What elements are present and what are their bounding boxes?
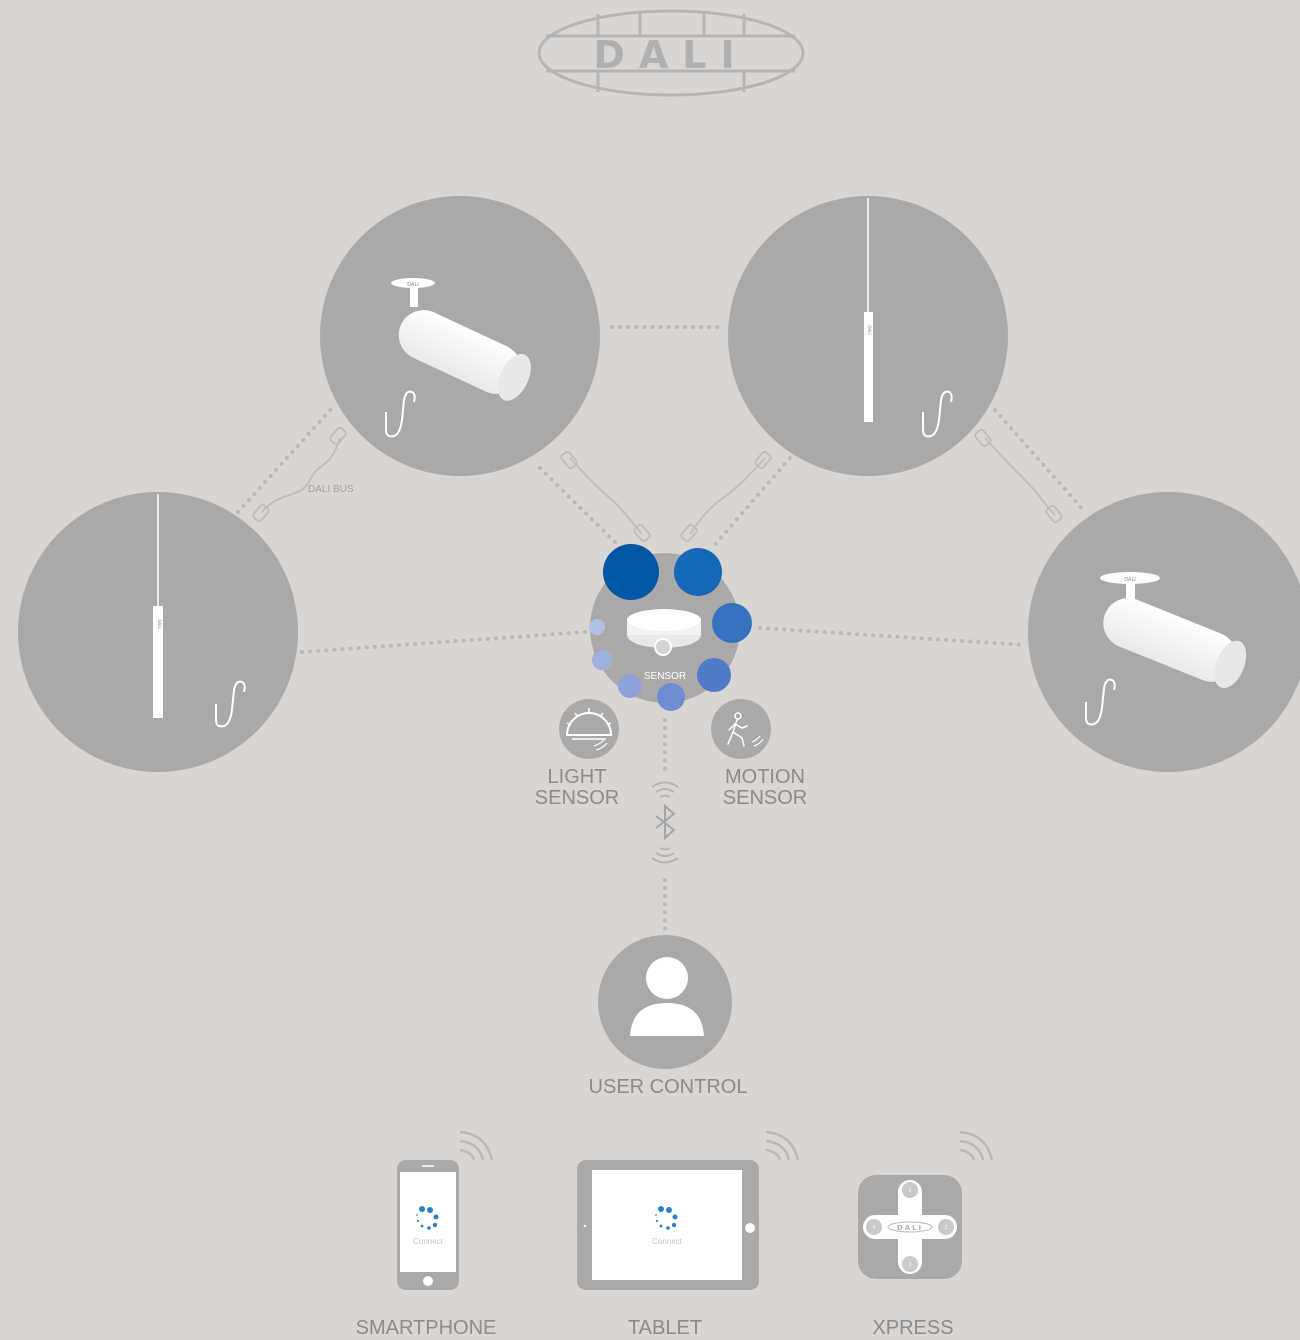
bluetooth-icon [655,803,676,841]
tablet-device[interactable]: Connect [577,1160,759,1290]
blue-dot [674,548,722,596]
motion-sensor-label: MOTION SENSOR [710,767,820,809]
motion-sensor-label-line1: MOTION [725,766,805,788]
light-sensor-label: LIGHT SENSOR [527,767,627,809]
sensor-hub: SENSOR [589,544,752,711]
xpress-button-label: 1 [909,1188,912,1194]
xpress-logo-text: DALI [897,1224,923,1232]
pendant-node-top-right: DALI [728,196,1008,476]
xpress-label: XPRESS [872,1317,954,1339]
xpress-button-label: 4 [873,1225,876,1231]
wifi-icon [959,1130,994,1161]
connect-text: Connect [413,1237,444,1246]
dali-logo: DALI [537,9,805,97]
blue-dot [618,674,642,698]
connect-text: Connect [652,1237,683,1246]
fixture-badge: DALI [157,619,162,628]
user-control-label: USER CONTROL [588,1076,748,1098]
xpress-button-label: 2 [945,1225,948,1231]
blue-dot [592,650,612,670]
light-sensor-label-line2: SENSOR [534,787,620,809]
blue-dot [657,683,685,711]
blue-dot [603,544,659,600]
user-control-icon [598,935,732,1069]
xpress-device[interactable]: 1 2 3 4 DALI [858,1175,962,1279]
blue-dot [697,658,731,692]
spotlight-node-top-left: DALI [320,196,600,476]
blue-dot [589,619,605,635]
pendant-node-left: DALI [18,492,298,772]
motion-sensor-label-line2: SENSOR [722,787,808,809]
light-sensor-label-line1: LIGHT [547,766,607,788]
blue-dot [712,603,752,643]
spotlight-node-right: DALI [1028,492,1300,772]
dali-logo-text: DALI [593,33,748,77]
motion-sensor-icon [711,699,771,759]
dali-system-diagram: DALI DALI BUS DALI DALI DALI DALI SENSOR… [18,9,1300,1290]
dali-bus-label: DALI BUS [308,484,354,495]
light-sensor-icon [559,699,619,759]
xpress-button-label: 3 [909,1262,912,1268]
wifi-icon [459,1130,494,1161]
smartphone-label: SMARTPHONE [355,1317,497,1339]
wifi-icon [765,1130,800,1161]
tablet-label: TABLET [627,1317,703,1339]
sensor-label: SENSOR [644,671,686,682]
fixture-badge: DALI [867,325,872,334]
smartphone-device[interactable]: Connect [397,1160,459,1290]
